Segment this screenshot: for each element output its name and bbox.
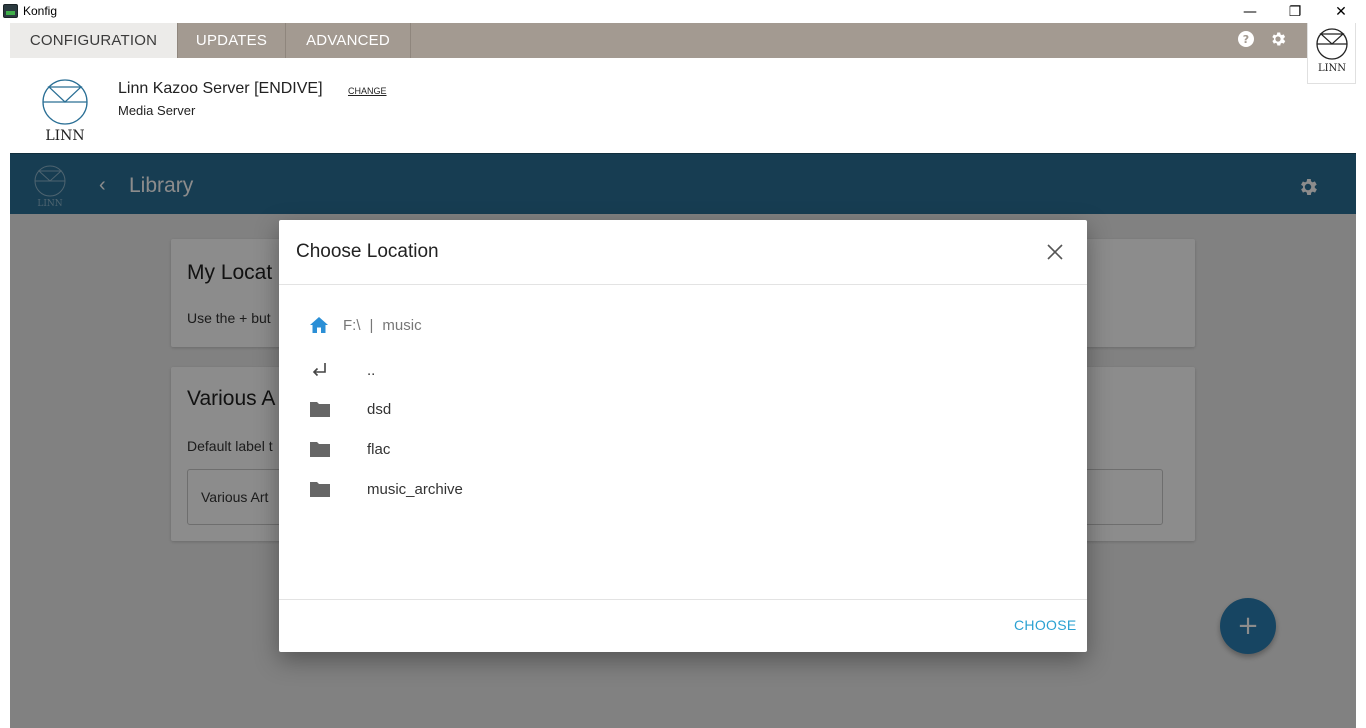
close-icon[interactable] [1044,241,1066,263]
window-titlebar: Konfig — ❐ ✕ [0,0,1366,23]
choose-button[interactable]: CHOOSE [1014,617,1076,633]
device-type: Media Server [118,103,196,118]
svg-text:?: ? [1243,33,1249,46]
gear-icon[interactable] [1269,30,1287,48]
list-item-folder[interactable]: dsd [309,397,391,421]
app-icon [3,4,18,18]
folder-icon [310,482,330,497]
dialog-title: Choose Location [296,241,439,262]
tab-advanced[interactable]: ADVANCED [286,23,411,58]
divider [279,599,1087,600]
breadcrumb-folder: music [382,316,422,334]
list-item-parent[interactable]: .. [309,358,375,382]
tab-configuration[interactable]: CONFIGURATION [10,23,178,58]
list-item-folder[interactable]: flac [309,437,390,461]
list-item-folder[interactable]: music_archive [309,477,463,501]
help-icon[interactable]: ? [1237,30,1255,48]
breadcrumb-drive[interactable]: F:\ [343,317,361,334]
tab-bar: CONFIGURATION UPDATES ADVANCED ? [10,23,1356,58]
folder-icon [310,402,330,417]
restore-button[interactable]: ❐ [1272,0,1318,23]
change-device-link[interactable]: CHANGE [348,86,387,96]
device-name: Linn Kazoo Server [ENDIVE] [118,80,323,97]
svg-text:LINN: LINN [1318,63,1346,74]
list-item-label: music_archive [367,480,463,498]
minimize-button[interactable]: — [1227,0,1273,23]
window-title: Konfig [23,4,58,18]
list-item-label: dsd [367,400,392,418]
folder-icon [310,442,330,457]
linn-device-logo: LINN [42,79,88,144]
home-icon[interactable] [309,316,329,334]
choose-location-dialog: Choose Location F:\ | music .. dsd flac … [279,220,1087,652]
close-window-button[interactable]: ✕ [1318,0,1364,23]
tab-updates[interactable]: UPDATES [178,23,286,58]
svg-text:LINN: LINN [45,128,84,144]
return-arrow-icon [312,363,326,377]
divider [279,284,1087,285]
list-item-label: .. [367,361,376,379]
breadcrumb-separator: | [369,316,374,334]
breadcrumb: F:\ | music [309,315,422,335]
list-item-label: flac [367,440,391,458]
linn-corner-logo: LINN [1307,23,1356,84]
linn-logo-icon: LINN [1316,28,1348,74]
